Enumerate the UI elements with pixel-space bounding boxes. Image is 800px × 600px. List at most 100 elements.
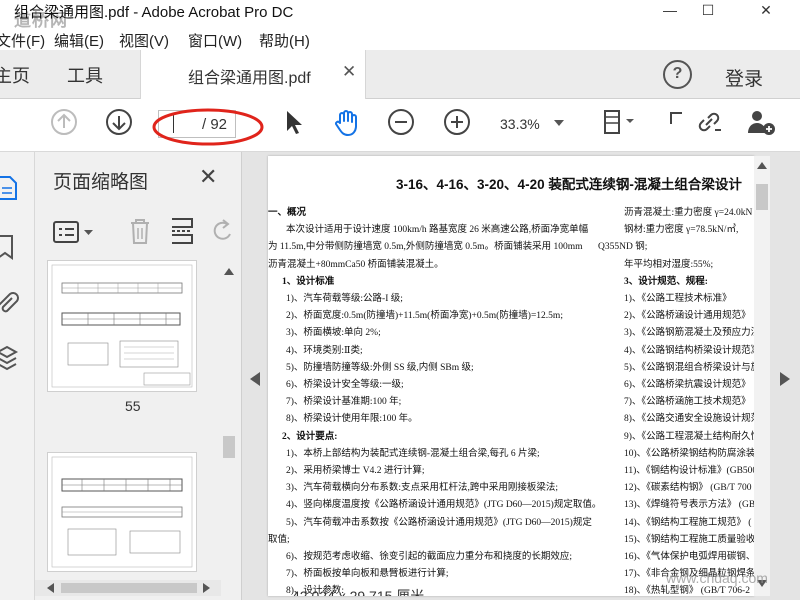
thumbnail-page-number: 55 — [125, 398, 141, 414]
expand-right-pane-arrow-icon[interactable] — [780, 372, 790, 386]
document-line-right: 16)、《气体保护电弧焊用碳钢、 — [624, 552, 754, 562]
fit-page-icon — [604, 110, 634, 134]
document-heading: 3-16、4-16、3-20、4-20 装配式连续钢-混凝土组合梁设计 — [396, 177, 742, 192]
menu-view[interactable]: 视图(V) — [119, 30, 169, 51]
comment-icon[interactable] — [670, 112, 682, 124]
zoom-in-button[interactable] — [441, 106, 473, 138]
document-line-right: Q355ND 钢; — [598, 242, 648, 253]
arrow-up-circle-icon — [51, 109, 77, 135]
thumbnail-drawing — [51, 264, 193, 388]
document-line: 1、设计标准 — [282, 276, 335, 287]
document-line: 本次设计适用于设计速度 100km/h 路基宽度 26 米高速公路,桥面净宽单幅 — [286, 225, 589, 236]
link-icon — [698, 112, 721, 132]
scroll-up-icon — [224, 268, 234, 275]
navigation-rail — [0, 152, 35, 600]
tab-document[interactable]: 组合梁通用图.pdf ✕ — [140, 50, 366, 99]
tab-document-label: 组合梁通用图.pdf — [188, 70, 311, 87]
document-line-right: 13)、《焊缝符号表示方法》 (GB — [624, 500, 754, 511]
tab-tools[interactable]: 工具 — [67, 62, 103, 88]
document-line-right: 钢材:重力密度 γ=78.5kN/㎥, — [624, 225, 739, 236]
menu-help[interactable]: 帮助(H) — [259, 30, 310, 51]
document-line: 8)、桥梁设计使用年限:100 年。 — [286, 414, 418, 425]
zoom-out-icon — [388, 109, 414, 135]
hscrollbar-thumb[interactable] — [61, 583, 197, 593]
close-panel-icon[interactable]: ✕ — [199, 164, 217, 190]
zoom-in-icon — [444, 109, 470, 135]
thumbnail-hscrollbar[interactable] — [35, 580, 221, 596]
zoom-value: 33.3% — [500, 116, 540, 132]
document-line: 取值; — [268, 534, 290, 545]
document-line: 沥青混凝土+80mmCa50 桥面铺装混凝土。 — [268, 259, 444, 270]
previous-page-button[interactable] — [48, 106, 80, 138]
attachment-icon[interactable] — [0, 290, 20, 318]
document-scrollbar[interactable] — [754, 156, 770, 596]
thumbnail-panel: 页面缩略图 ✕ 55 — [35, 152, 242, 600]
window-title: 组合梁通用图.pdf - Adobe Acrobat Pro DC — [14, 4, 294, 21]
document-line: 1)、本桥上部结构为装配式连续钢-混凝土组合梁,每孔 6 片梁; — [286, 448, 540, 459]
document-line: 3)、汽车荷载横向分布系数:支点采用杠杆法,跨中采用刚接板梁法; — [286, 483, 559, 494]
document-line-right: 9)、《公路工程混凝土结构耐久性 — [624, 431, 754, 442]
document-line-right: 11)、《钢结构设计标准》(GB500 — [624, 466, 754, 476]
page-fit-button[interactable] — [600, 106, 634, 138]
document-line: 5)、防撞墙防撞等级:外侧 SS 级,内侧 SBm 级; — [286, 362, 474, 373]
page-thumbnail[interactable] — [47, 452, 197, 572]
document-line: 7)、桥面板按单向板和悬臂板进行计算; — [286, 569, 449, 580]
scroll-right-icon — [203, 583, 210, 593]
chevron-down-icon — [554, 120, 564, 126]
thumbnail-scrollbar[interactable] — [221, 260, 237, 590]
document-line: 1)、汽车荷载等级:公路-I 级; — [286, 294, 403, 304]
page-thumbnail[interactable] — [47, 260, 197, 392]
close-tab-icon[interactable]: ✕ — [342, 62, 356, 82]
minimize-button[interactable]: — — [652, 0, 688, 22]
page-thumbnails-icon[interactable] — [0, 174, 20, 202]
document-line: 2)、采用桥梁博士 V4.2 进行计算; — [286, 466, 425, 476]
document-line: 3)、桥面横坡:单向 2%; — [286, 328, 381, 339]
document-line-right: 3)、《公路钢筋混凝土及预应力混 — [624, 328, 754, 339]
page-size-label: 42.024 x 29.715 厘米 — [292, 588, 425, 596]
add-user-icon — [748, 111, 775, 135]
menu-window[interactable]: 窗口(W) — [188, 30, 242, 51]
document-line-right: 沥青混凝土:重力密度 γ=24.0kN — [624, 208, 753, 218]
panel-title: 页面缩略图 — [53, 172, 149, 193]
rotate-icon[interactable] — [211, 218, 233, 244]
document-line-right: 年平均相对湿度:55%; — [624, 259, 714, 270]
next-page-button[interactable] — [103, 106, 135, 138]
options-menu-icon[interactable] — [53, 220, 97, 244]
document-line-right: 5)、《公路钢混组合桥梁设计与施 — [624, 362, 754, 373]
scroll-up-icon — [757, 162, 767, 169]
bookmark-icon[interactable] — [0, 234, 20, 262]
close-window-button[interactable]: ✕ — [748, 0, 784, 22]
document-line: 4)、竖向梯度温度按《公路桥涵设计通用规范》(JTG D60—2015)规定取值… — [286, 500, 602, 511]
document-scrollbar-thumb[interactable] — [756, 184, 768, 210]
document-line-right: 3、设计规范、规程: — [624, 276, 708, 287]
document-line: 为 11.5m,中分带侧防撞墙宽 0.5m,外侧防撞墙宽 0.5m。桥面铺装采用… — [268, 242, 583, 253]
collapse-panel-arrow-icon[interactable] — [250, 372, 260, 386]
document-line-right: 7)、《公路桥涵施工技术规范》 — [624, 397, 751, 408]
zoom-dropdown[interactable]: 33.3% — [494, 109, 576, 137]
menu-edit[interactable]: 编辑(E) — [54, 30, 104, 51]
document-line: 4)、环境类别:Ⅱ类; — [286, 345, 363, 356]
insert-page-icon[interactable] — [169, 216, 195, 246]
login-button[interactable]: 登录 — [725, 64, 763, 91]
tab-home[interactable]: 主页 — [0, 62, 30, 88]
scroll-left-icon — [47, 583, 54, 593]
menu-file[interactable]: 文件(F) — [0, 30, 45, 51]
document-line-right: 14)、《钢结构工程施工规范》 ( — [624, 517, 752, 528]
document-line-right: 4)、《公路钢结构桥梁设计规范》 — [624, 345, 754, 356]
add-user-button[interactable] — [745, 106, 777, 138]
document-line: 6)、桥梁设计安全等级:一级; — [286, 380, 404, 390]
hand-tool-button[interactable] — [331, 106, 363, 138]
document-line-right: 15)、《钢结构工程施工质量验收 — [624, 534, 754, 545]
share-link-button[interactable] — [693, 106, 725, 138]
select-tool-button[interactable] — [278, 106, 310, 138]
layers-icon[interactable] — [0, 344, 20, 374]
trash-icon[interactable] — [128, 217, 152, 245]
document-line: 一、概况 — [268, 208, 307, 218]
document-line-right: 1)、《公路工程技术标准》 — [624, 294, 732, 304]
document-line-right: 2)、《公路桥涵设计通用规范》 — [624, 311, 751, 322]
scrollbar-thumb[interactable] — [223, 436, 235, 458]
help-icon[interactable]: ? — [663, 60, 692, 89]
zoom-out-button[interactable] — [385, 106, 417, 138]
maximize-button[interactable]: ☐ — [690, 0, 726, 22]
pdf-page: 3-16、4-16、3-20、4-20 装配式连续钢-混凝土组合梁设计 一、概况… — [268, 156, 754, 596]
